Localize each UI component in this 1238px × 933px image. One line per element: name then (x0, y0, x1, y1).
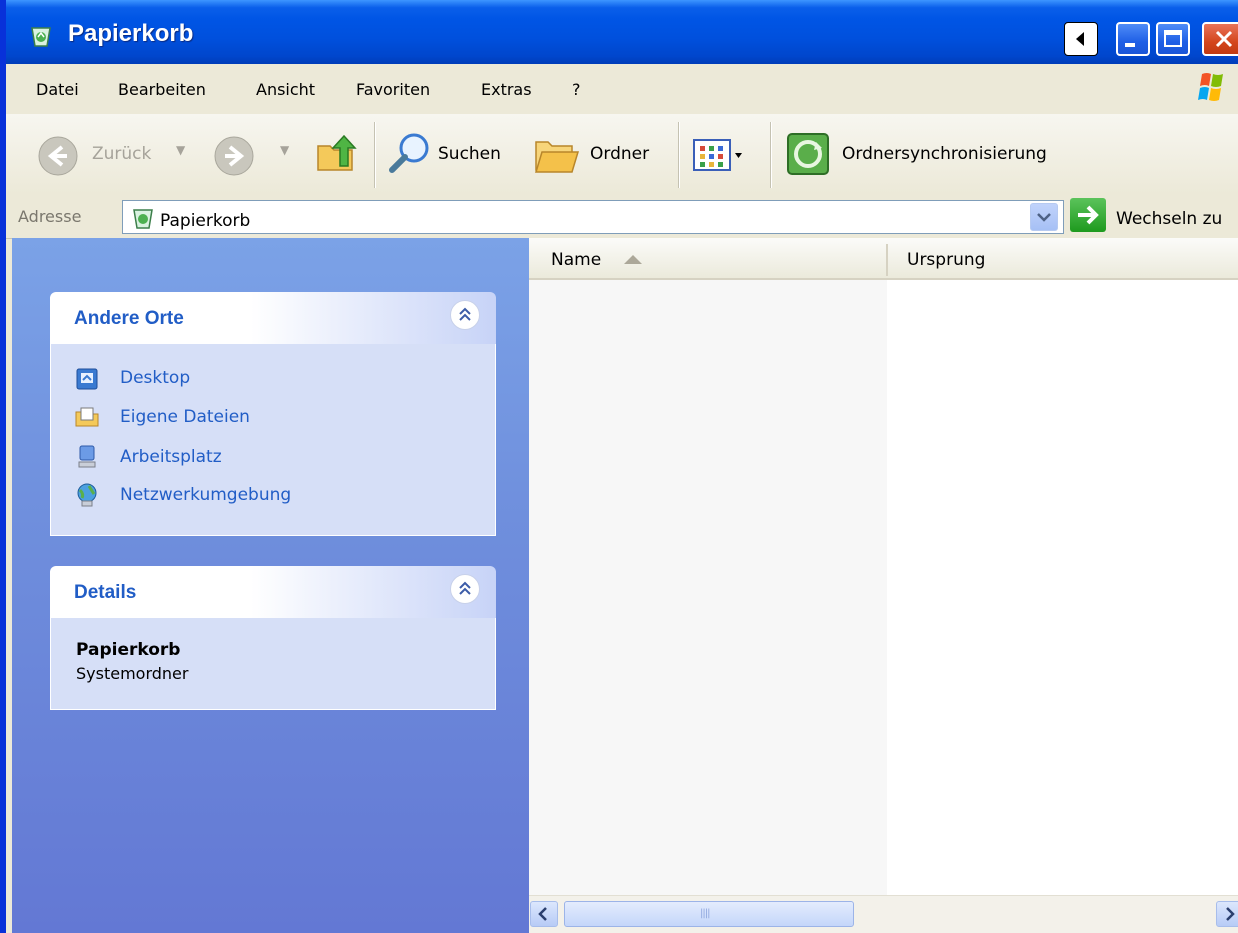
triangle-left-icon (1076, 32, 1084, 46)
chevron-left-icon (538, 907, 547, 921)
address-input[interactable] (122, 200, 1064, 234)
link-my-computer[interactable]: Arbeitsplatz (120, 447, 222, 467)
details-title: Details (74, 582, 137, 603)
search-icon[interactable] (386, 130, 434, 178)
go-button[interactable] (1070, 198, 1106, 232)
scroll-left-button[interactable] (530, 901, 558, 927)
maximize-button[interactable] (1156, 22, 1190, 56)
back-dropdown-icon[interactable]: ▼ (176, 143, 185, 157)
double-chevron-up-icon (459, 581, 471, 595)
minimize-button[interactable] (1116, 22, 1150, 56)
desktop-icon[interactable] (74, 366, 100, 392)
toolbar-separator (374, 122, 376, 188)
details-header[interactable]: Details (50, 566, 496, 618)
toolbar-separator (678, 122, 680, 188)
window-title: Papierkorb (68, 20, 194, 47)
double-chevron-up-icon (459, 307, 471, 321)
other-places-title: Andere Orte (74, 308, 184, 329)
chevron-right-icon (1226, 907, 1235, 921)
menu-datei[interactable]: Datei (36, 80, 79, 99)
menu-favoriten[interactable]: Favoriten (356, 80, 430, 99)
address-label: Adresse (18, 207, 82, 226)
menu-arrow-button[interactable] (1064, 22, 1098, 56)
close-button[interactable] (1202, 22, 1238, 56)
link-desktop[interactable]: Desktop (120, 368, 190, 388)
search-button-label[interactable]: Suchen (438, 144, 501, 164)
details-item-type: Systemordner (76, 664, 189, 683)
back-button-label[interactable]: Zurück (92, 144, 151, 164)
menu-help[interactable]: ? (572, 80, 581, 99)
views-icon[interactable] (692, 138, 744, 172)
column-divider[interactable] (886, 244, 888, 276)
maximize-icon (1164, 30, 1182, 47)
title-bar[interactable]: Papierkorb (6, 0, 1238, 64)
sort-ascending-icon (624, 255, 642, 264)
folders-button-label[interactable]: Ordner (590, 144, 649, 164)
link-my-documents[interactable]: Eigene Dateien (120, 407, 250, 427)
close-icon (1215, 30, 1233, 48)
scroll-grip-icon: |||| (700, 908, 711, 919)
address-value[interactable]: Papierkorb (160, 211, 250, 231)
sync-icon[interactable] (784, 130, 832, 178)
menu-bar: Datei Bearbeiten Ansicht Favoriten Extra… (6, 64, 1238, 115)
column-header-name[interactable]: Name (551, 250, 601, 270)
details-collapse-button[interactable] (450, 574, 480, 604)
other-places-collapse-button[interactable] (450, 300, 480, 330)
my-computer-icon[interactable] (74, 444, 100, 470)
details-item-name: Papierkorb (76, 640, 181, 660)
toolbar-separator (770, 122, 772, 188)
column-header-origin[interactable]: Ursprung (907, 250, 985, 270)
sync-button-label[interactable]: Ordnersynchronisierung (842, 144, 1047, 164)
address-dropdown-button[interactable] (1030, 203, 1058, 231)
minimize-icon (1125, 43, 1135, 47)
scroll-right-button[interactable] (1216, 901, 1238, 927)
menu-extras[interactable]: Extras (481, 80, 532, 99)
sorted-column-shading (529, 280, 887, 895)
recycle-bin-icon (133, 209, 153, 229)
recycle-bin-icon (31, 27, 51, 47)
forward-dropdown-icon[interactable]: ▼ (280, 143, 289, 157)
arrow-right-icon (1078, 205, 1099, 225)
folder-up-icon[interactable] (312, 130, 360, 178)
menu-bearbeiten[interactable]: Bearbeiten (118, 80, 206, 99)
link-network[interactable]: Netzwerkumgebung (120, 485, 291, 505)
chevron-down-icon (1037, 213, 1051, 222)
my-documents-icon[interactable] (74, 404, 100, 430)
windows-logo-icon (1198, 73, 1223, 101)
other-places-body (50, 344, 496, 536)
go-button-label[interactable]: Wechseln zu (1116, 209, 1222, 229)
network-icon[interactable] (74, 482, 100, 508)
folders-icon[interactable] (532, 132, 580, 178)
forward-arrow-icon[interactable] (212, 134, 256, 178)
menu-ansicht[interactable]: Ansicht (256, 80, 315, 99)
back-arrow-icon[interactable] (36, 134, 80, 178)
explorer-window: Papierkorb Datei Bearbeiten Ansicht Favo… (0, 0, 1238, 933)
other-places-header[interactable]: Andere Orte (50, 292, 496, 344)
